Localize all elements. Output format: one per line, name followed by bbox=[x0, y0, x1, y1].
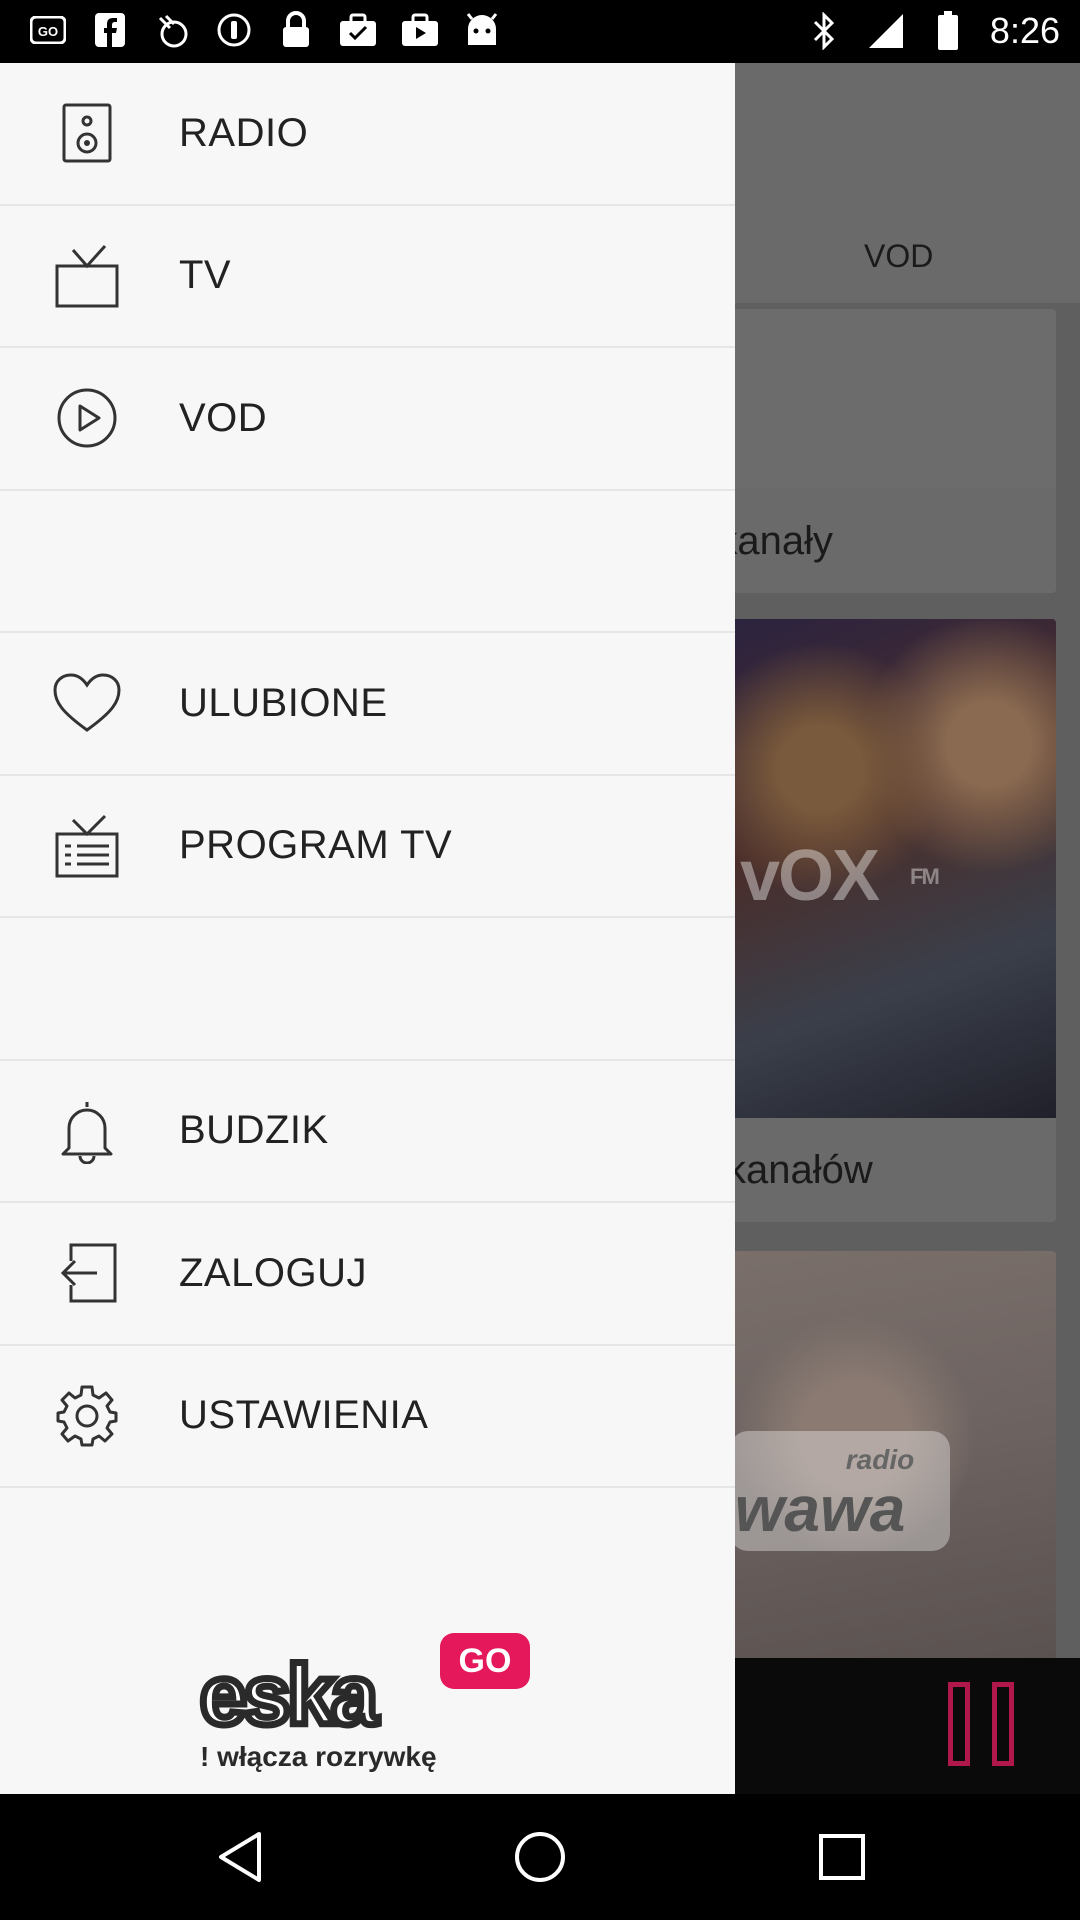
menu-item-vod[interactable]: VOD bbox=[0, 348, 735, 491]
svg-text:wawa: wawa bbox=[735, 1473, 906, 1545]
menu-item-label: ZALOGUJ bbox=[179, 1250, 367, 1295]
menu-item-label: PROGRAM TV bbox=[179, 823, 453, 868]
svg-text:vOX: vOX bbox=[740, 836, 880, 916]
back-button[interactable] bbox=[210, 1827, 270, 1887]
tv-icon bbox=[52, 241, 122, 311]
eska-go-badge: GO bbox=[440, 1633, 530, 1689]
settings-gear-icon bbox=[52, 1381, 122, 1451]
radio-wawa-logo: radio wawa bbox=[730, 1431, 950, 1551]
speaker-icon bbox=[52, 98, 122, 168]
menu-item-label: BUDZIK bbox=[179, 1108, 329, 1153]
menu-spacer bbox=[0, 491, 735, 633]
bluetooth-icon bbox=[804, 11, 844, 51]
vox-fm-logo: vOX FM bbox=[740, 834, 960, 941]
lock-icon bbox=[276, 10, 316, 50]
svg-text:FM: FM bbox=[910, 864, 938, 889]
channel-card-image: radio wawa bbox=[720, 1251, 1056, 1661]
eska-logo-word: eska bbox=[197, 1645, 382, 1746]
menu-item-label: RADIO bbox=[179, 110, 309, 155]
clock: 8:26 bbox=[989, 10, 1060, 51]
channel-card[interactable]: 3 kanały bbox=[720, 309, 1056, 593]
menu-item-ulubione[interactable]: ULUBIONE bbox=[0, 633, 735, 776]
tv-guide-icon bbox=[52, 811, 122, 881]
menu-item-label: ULUBIONE bbox=[179, 680, 388, 725]
login-icon bbox=[52, 1238, 122, 1308]
menu-item-radio[interactable]: RADIO bbox=[0, 63, 735, 206]
dnd-icon bbox=[214, 10, 254, 50]
bell-icon bbox=[52, 1096, 122, 1166]
heart-icon bbox=[52, 668, 122, 738]
screen: GO 8:26 VOD kanały vOX FM kanałów radio … bbox=[0, 0, 1080, 1920]
shopping-bag-icon bbox=[400, 10, 440, 50]
menu-item-ustawienia[interactable]: USTAWIENIA bbox=[0, 1346, 735, 1488]
channel-card-label: kanałów bbox=[720, 1118, 1056, 1222]
menu-item-tv[interactable]: TV bbox=[0, 206, 735, 348]
briefcase-icon bbox=[338, 10, 378, 50]
system-nav-bar bbox=[0, 1794, 1080, 1920]
battery-icon bbox=[928, 11, 968, 51]
svg-text:radio: radio bbox=[846, 1444, 914, 1475]
pause-button[interactable] bbox=[948, 1682, 1014, 1766]
menu-item-program-tv[interactable]: PROGRAM TV bbox=[0, 776, 735, 918]
menu-item-label: VOD bbox=[179, 395, 268, 440]
go-icon: GO bbox=[28, 10, 68, 50]
menu-item-label: TV bbox=[179, 253, 232, 298]
android-icon bbox=[462, 10, 502, 50]
navigation-drawer: RADIO TV VOD ULUBIONE PROGRAM TV BUDZIK … bbox=[0, 63, 735, 1794]
channel-card-label: 3 kanały bbox=[720, 489, 1056, 593]
notification-icons: GO bbox=[28, 10, 502, 50]
channel-card[interactable]: vOX FM kanałów bbox=[720, 619, 1056, 1222]
signal-icon bbox=[866, 11, 906, 51]
channel-card-image: vOX FM bbox=[720, 619, 1056, 1119]
menu-item-label: USTAWIENIA bbox=[179, 1393, 429, 1438]
system-status: 8:26 bbox=[804, 8, 1060, 54]
menu-item-zaloguj[interactable]: ZALOGUJ bbox=[0, 1203, 735, 1346]
play-circle-icon bbox=[52, 383, 122, 453]
home-button[interactable] bbox=[510, 1827, 570, 1887]
menu-item-budzik[interactable]: BUDZIK bbox=[0, 1061, 735, 1203]
tab-vod[interactable]: VOD bbox=[864, 238, 933, 275]
eska-tagline: ! włącza rozrywkę bbox=[200, 1741, 437, 1772]
facebook-icon bbox=[90, 10, 130, 50]
menu-spacer bbox=[0, 918, 735, 1061]
svg-text:GO: GO bbox=[38, 24, 58, 39]
status-bar: GO 8:26 bbox=[0, 0, 1080, 63]
eska-go-logo: eska GO ! włącza rozrywkę bbox=[197, 1633, 540, 1773]
recents-button[interactable] bbox=[812, 1827, 872, 1887]
channel-card[interactable]: radio wawa bbox=[720, 1251, 1056, 1661]
fake-gps-icon bbox=[152, 10, 192, 50]
